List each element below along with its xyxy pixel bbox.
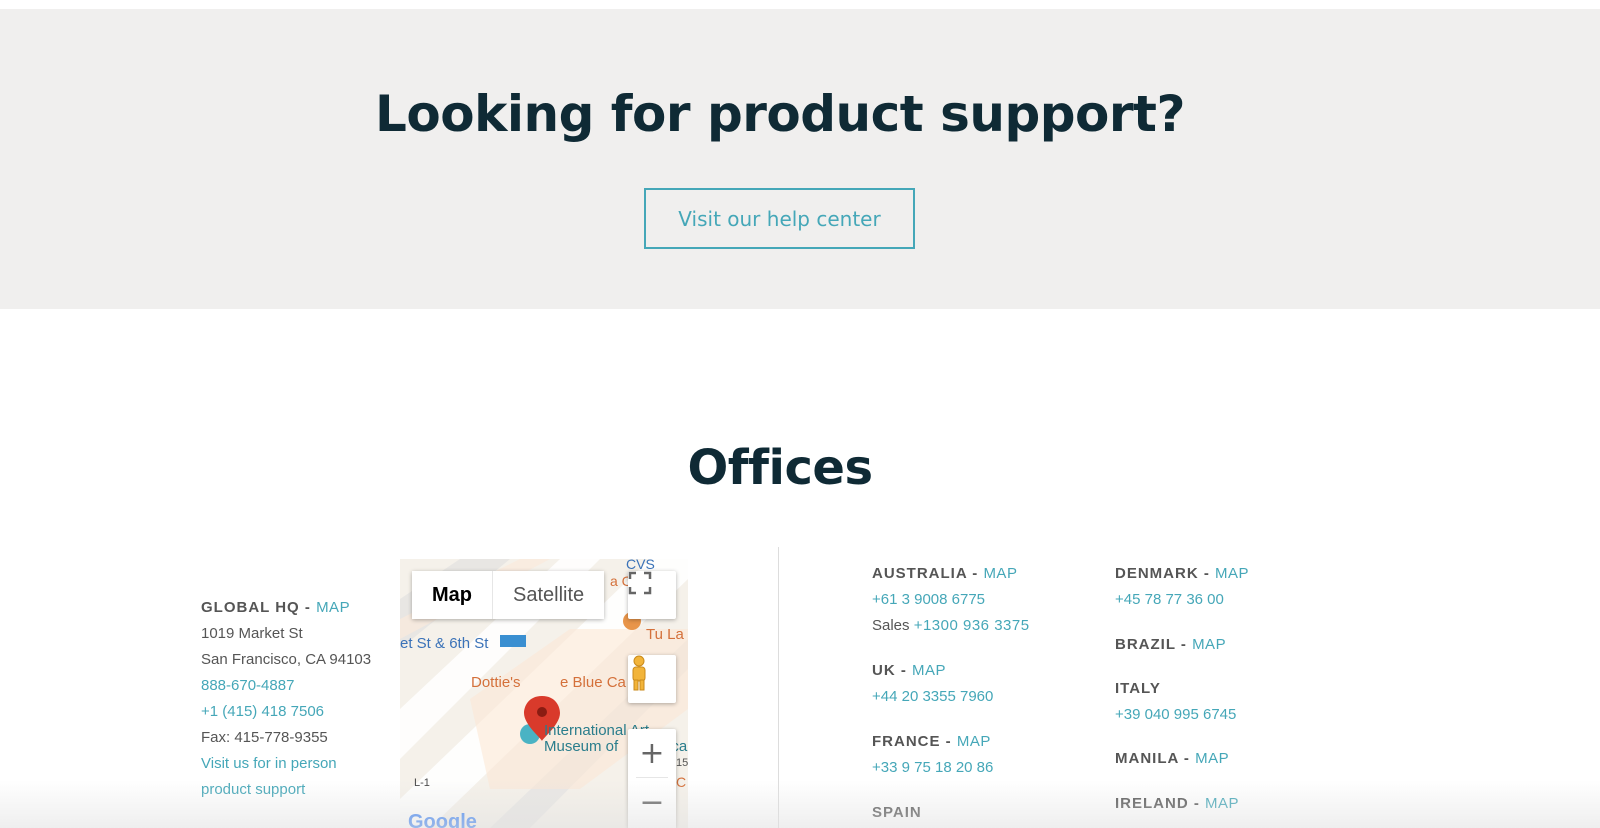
map-label-tu-la: Tu La [646, 626, 684, 643]
phone-link[interactable]: +39 040 995 6745 [1115, 702, 1236, 728]
offices-title: Offices [687, 440, 873, 496]
map-link[interactable]: MAP [1215, 565, 1249, 582]
office-heading: UK - MAP [872, 658, 993, 684]
map-type-control: Map Satellite [412, 571, 605, 619]
visit-support-link[interactable]: Visit us for in person product support [201, 751, 391, 803]
sales-line: Sales +1300 936 3375 [872, 613, 1030, 639]
map-link[interactable]: MAP [1192, 636, 1226, 653]
map-link[interactable]: MAP [1195, 750, 1229, 767]
office-heading: SPAIN [872, 800, 922, 826]
office-heading: IRELAND - MAP [1115, 791, 1239, 817]
street-view-button[interactable] [628, 655, 676, 703]
map-label-partial: C [676, 774, 687, 790]
office-name: SPAIN [872, 804, 922, 821]
map-link[interactable]: MAP [912, 662, 946, 679]
office-heading: FRANCE - MAP [872, 729, 993, 755]
office-france: FRANCE - MAP +33 9 75 18 20 86 [872, 729, 993, 781]
zoom-out-button[interactable]: − [628, 778, 676, 826]
office-global-hq: GLOBAL HQ - MAP 1019 Market St San Franc… [201, 595, 391, 803]
office-name: BRAZIL - [1115, 636, 1193, 653]
office-italy: ITALY +39 040 995 6745 [1115, 676, 1236, 728]
map-label-dotties-rest: e Blue Ca [560, 674, 626, 691]
office-uk: UK - MAP +44 20 3355 7960 [872, 658, 993, 710]
office-name: UK - [872, 662, 912, 679]
office-name: FRANCE - [872, 733, 957, 750]
office-name: IRELAND - [1115, 795, 1205, 812]
office-heading: DENMARK - MAP [1115, 561, 1249, 587]
phone-link[interactable]: +45 78 77 36 00 [1115, 587, 1249, 613]
office-ireland: IRELAND - MAP [1115, 791, 1239, 817]
map-link[interactable]: MAP [1205, 795, 1239, 812]
map-link[interactable]: MAP [316, 599, 350, 616]
location-pin-dot [537, 707, 547, 717]
phone-link[interactable]: +1 (415) 418 7506 [201, 699, 391, 725]
map-label-level: L-1 [414, 777, 430, 789]
office-heading: AUSTRALIA - MAP [872, 561, 1030, 587]
office-australia: AUSTRALIA - MAP +61 3 9008 6775 Sales +1… [872, 561, 1030, 639]
support-title: Looking for product support? [375, 85, 1185, 143]
map-label-number: 15 [676, 757, 688, 769]
map-label-street: et St & 6th St [400, 635, 489, 652]
map-type-map-button[interactable]: Map [412, 571, 493, 619]
office-name: DENMARK - [1115, 565, 1215, 582]
office-denmark: DENMARK - MAP +45 78 77 36 00 [1115, 561, 1249, 613]
sales-phone-link[interactable]: +1300 936 3375 [914, 617, 1030, 634]
phone-link[interactable]: +61 3 9008 6775 [872, 587, 1030, 613]
embedded-map[interactable]: CVS et St & 6th St a C Tu La Dottie's e … [400, 559, 688, 828]
office-spain: SPAIN [872, 800, 922, 826]
phone-link[interactable]: 888-670-4887 [201, 673, 391, 699]
office-name: AUSTRALIA - [872, 565, 984, 582]
office-heading: ITALY [1115, 676, 1236, 702]
phone-link[interactable]: +44 20 3355 7960 [872, 684, 993, 710]
map-label-museum: Museum of [544, 738, 619, 755]
top-strip [0, 0, 1600, 9]
fullscreen-button[interactable] [628, 571, 676, 619]
fullscreen-icon [628, 571, 652, 595]
address-line: 1019 Market St [201, 625, 303, 642]
visit-support-line: Visit us for in person [201, 755, 337, 772]
zoom-control: + − [628, 729, 676, 828]
office-name: ITALY [1115, 680, 1161, 697]
address-line: San Francisco, CA 94103 [201, 651, 372, 668]
fax-number: Fax: 415-778-9355 [201, 729, 328, 746]
transit-icon [500, 635, 526, 647]
phone-link[interactable]: +33 9 75 18 20 86 [872, 755, 993, 781]
office-brazil: BRAZIL - MAP [1115, 632, 1226, 658]
office-name: GLOBAL HQ - [201, 599, 317, 616]
vertical-divider [778, 547, 779, 828]
google-logo: Google [408, 811, 477, 828]
office-name: MANILA - [1115, 750, 1196, 767]
support-section: Looking for product support? Visit our h… [0, 9, 1600, 309]
map-link[interactable]: MAP [957, 733, 991, 750]
pegman-icon [632, 655, 646, 691]
map-type-satellite-button[interactable]: Satellite [493, 571, 605, 619]
office-heading: GLOBAL HQ - MAP [201, 595, 391, 621]
sales-label: Sales [872, 617, 914, 634]
help-center-button[interactable]: Visit our help center [644, 188, 915, 249]
map-label-dotties: Dottie's [471, 674, 521, 691]
office-heading: BRAZIL - MAP [1115, 632, 1226, 658]
zoom-in-button[interactable]: + [628, 729, 676, 777]
office-manila: MANILA - MAP [1115, 746, 1229, 772]
office-heading: MANILA - MAP [1115, 746, 1229, 772]
map-link[interactable]: MAP [983, 565, 1017, 582]
visit-support-line: product support [201, 781, 306, 798]
